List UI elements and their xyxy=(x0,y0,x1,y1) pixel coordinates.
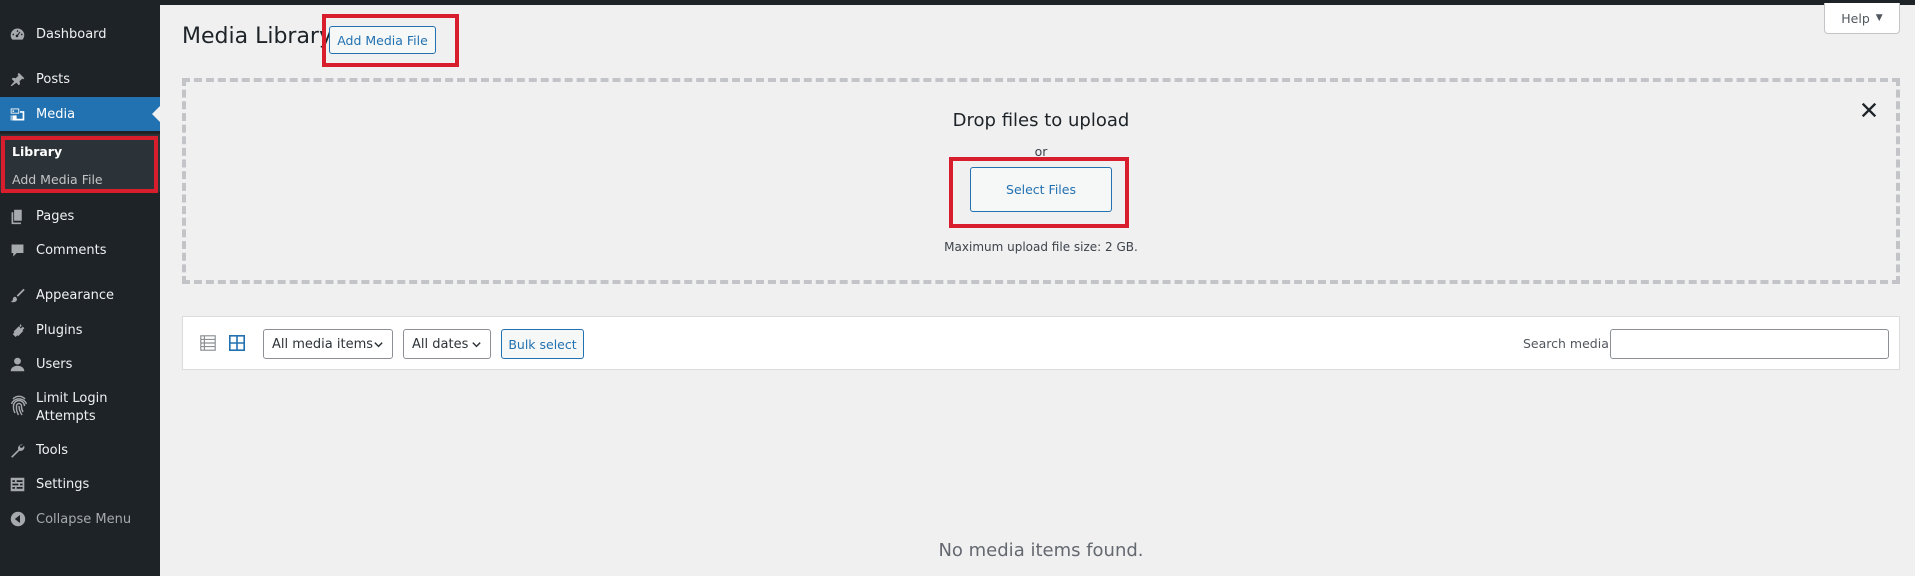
help-tab[interactable]: Help ▼ xyxy=(1824,3,1900,34)
wrench-icon xyxy=(9,442,26,459)
sidebar-item-plugins[interactable]: Plugins xyxy=(0,316,160,344)
sidebar-item-pages[interactable]: Pages xyxy=(0,202,160,230)
user-icon xyxy=(9,356,26,373)
caret-down-icon: ▼ xyxy=(1875,13,1883,23)
page-title: Media Library xyxy=(182,24,332,49)
chevron-down-icon xyxy=(373,339,384,354)
no-media-items-message: No media items found. xyxy=(938,540,1144,561)
sidebar-item-label: Media xyxy=(36,106,76,122)
admin-sidebar: Dashboard Posts Media Library Add Media … xyxy=(0,0,160,576)
settings-icon xyxy=(9,476,26,493)
sidebar-item-posts[interactable]: Posts xyxy=(0,65,160,93)
sidebar-item-label: Appearance xyxy=(36,287,115,303)
collapse-icon xyxy=(9,511,26,528)
media-icon xyxy=(9,106,26,123)
date-filter[interactable]: All dates xyxy=(403,329,491,359)
max-upload-size: Maximum upload file size: 2 GB. xyxy=(944,240,1138,254)
sidebar-item-limit-login-attempts[interactable]: Limit Login Attempts xyxy=(0,389,160,429)
dashboard-icon xyxy=(9,26,26,43)
sidebar-item-label: Plugins xyxy=(36,322,83,338)
sidebar-item-label: Posts xyxy=(36,71,70,87)
sidebar-item-dashboard[interactable]: Dashboard xyxy=(0,20,160,48)
sidebar-item-label-line2: Attempts xyxy=(36,409,96,424)
help-label: Help xyxy=(1841,10,1870,26)
bulk-select-button[interactable]: Bulk select xyxy=(501,329,584,359)
drop-or-text: or xyxy=(1034,144,1048,159)
admin-bar xyxy=(0,0,1915,5)
list-view-icon[interactable] xyxy=(198,333,218,353)
select-files-button[interactable]: Select Files xyxy=(970,167,1112,212)
sidebar-item-users[interactable]: Users xyxy=(0,350,160,378)
sidebar-item-settings[interactable]: Settings xyxy=(0,470,160,498)
search-media-input[interactable] xyxy=(1610,329,1889,359)
sidebar-item-label: Limit Login xyxy=(36,391,108,406)
search-media-label: Search media xyxy=(1523,336,1609,351)
close-uploader-icon[interactable] xyxy=(1857,98,1881,122)
submenu-item-add-media-file[interactable]: Add Media File xyxy=(12,172,103,187)
sidebar-item-label: Collapse Menu xyxy=(36,511,132,527)
media-type-filter-value: All media items xyxy=(272,336,374,352)
collapse-menu-button[interactable]: Collapse Menu xyxy=(0,506,160,532)
plugin-icon xyxy=(9,322,26,339)
comments-icon xyxy=(9,242,26,259)
grid-view-icon[interactable] xyxy=(227,333,247,353)
sidebar-item-appearance[interactable]: Appearance xyxy=(0,281,160,309)
sidebar-item-label: Comments xyxy=(36,242,107,258)
pin-icon xyxy=(9,71,26,88)
brush-icon xyxy=(9,287,26,304)
fingerprint-icon xyxy=(9,393,29,417)
sidebar-item-label: Settings xyxy=(36,476,90,492)
sidebar-item-comments[interactable]: Comments xyxy=(0,236,160,264)
date-filter-value: All dates xyxy=(412,336,469,352)
drop-files-title: Drop files to upload xyxy=(952,110,1130,131)
sidebar-item-label: Tools xyxy=(36,442,69,458)
media-submenu: Library Add Media File xyxy=(0,134,160,192)
sidebar-item-tools[interactable]: Tools xyxy=(0,436,160,464)
chevron-down-icon xyxy=(471,339,482,354)
sidebar-item-label: Dashboard xyxy=(36,26,107,42)
submenu-item-library[interactable]: Library xyxy=(12,144,62,159)
add-media-file-button[interactable]: Add Media File xyxy=(329,26,436,54)
sidebar-item-media[interactable]: Media xyxy=(0,97,160,131)
pages-icon xyxy=(9,208,26,225)
media-type-filter[interactable]: All media items xyxy=(263,329,393,359)
sidebar-item-label: Users xyxy=(36,356,73,372)
sidebar-item-label: Pages xyxy=(36,208,75,224)
